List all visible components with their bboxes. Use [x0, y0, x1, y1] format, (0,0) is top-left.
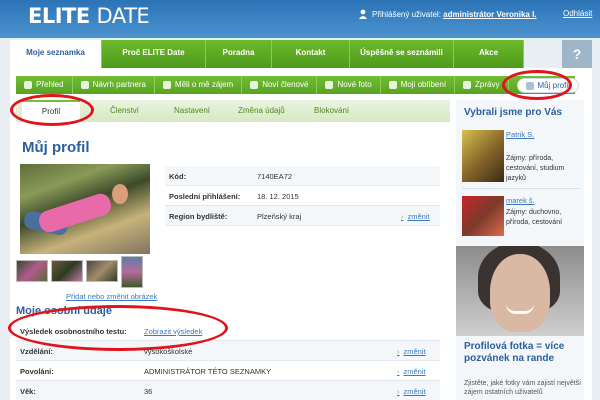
subnav-moji-oblibeni[interactable]: Moji oblíbení [381, 76, 456, 94]
partner-icon [80, 81, 89, 89]
tab-poradna[interactable]: Poradna [206, 40, 272, 68]
subnav-prehled[interactable]: Přehled [16, 76, 73, 94]
suggested-member-card[interactable]: Patrik S. Zájmy: příroda, cestování, stu… [462, 130, 580, 186]
detail-row-occupation: Povolání: ADMINISTRÁTOR TÉTO SEZNAMKY › z… [16, 361, 440, 381]
photo-thumbnails [16, 256, 143, 288]
site-logo[interactable]: ELITE DATE [28, 4, 150, 28]
heart-icon [162, 81, 171, 89]
tab-zmena-udaju[interactable]: Změna údajů [238, 100, 285, 122]
photo-thumbnail[interactable] [121, 256, 143, 288]
info-row-code: Kód: 7140EA72 [165, 166, 440, 186]
logged-user: Přihlášený uživatel: administrátor Veron… [358, 9, 537, 19]
tab-blokovani[interactable]: Blokování [314, 100, 349, 122]
member-photo[interactable] [462, 130, 504, 182]
help-button[interactable]: ? [562, 40, 592, 68]
detail-row-age: Věk: 36 › změnit [16, 381, 440, 400]
info-row-region: Region bydliště: Plzeňský kraj › změnit [165, 206, 440, 226]
photo-icon [325, 81, 334, 89]
user-name-link[interactable]: administrátor Veronika I. [443, 10, 536, 19]
subnav-nove-foto[interactable]: Nové foto [317, 76, 381, 94]
tab-akce[interactable]: Akce [454, 40, 524, 68]
photo-thumbnail[interactable] [16, 260, 48, 282]
promo-text: Zjistěte, jaké fotky vám zajistí největš… [464, 380, 582, 396]
sub-nav: Přehled Návrh partnera Měli o mě zájem N… [16, 76, 579, 94]
tab-clenstvi[interactable]: Členství [110, 100, 139, 122]
info-row-last-login: Poslední přihlášení: 18. 12. 2015 [165, 186, 440, 206]
photo-thumbnail[interactable] [86, 260, 118, 282]
sidebar-title: Vybrali jsme pro Vás [464, 107, 563, 118]
profile-info-table: Kód: 7140EA72 Poslední přihlášení: 18. 1… [165, 166, 440, 226]
subnav-meli-o-me-zajem[interactable]: Měli o mě zájem [155, 76, 243, 94]
tab-nastaveni[interactable]: Nastavení [174, 100, 210, 122]
page-title: Můj profil [22, 139, 90, 156]
suggested-member-card[interactable]: marek š. Zájmy: duchovno, příroda, cesto… [462, 196, 580, 240]
member-name-link[interactable]: marek š. [506, 196, 535, 205]
tab-uspesne-se-seznamili[interactable]: Úspěšně se seznámili [350, 40, 454, 68]
edit-region-link[interactable]: › změnit [401, 212, 430, 221]
tab-moje-seznamka[interactable]: Moje seznamka [10, 40, 102, 68]
overview-icon [24, 81, 32, 89]
edit-occupation-link[interactable]: › změnit [397, 367, 426, 376]
subnav-navrh-partnera[interactable]: Návrh partnera [73, 76, 155, 94]
member-interests: Zájmy: příroda, cestování, studium jazyk… [506, 155, 565, 182]
edit-education-link[interactable]: › změnit [397, 347, 426, 356]
favorite-icon [388, 81, 397, 89]
message-icon [463, 81, 472, 89]
tab-proc-elite-date[interactable]: Proč ELITE Date [102, 40, 206, 68]
member-photo[interactable] [462, 196, 504, 236]
members-icon [250, 81, 259, 89]
highlight-ring-profile-tab [10, 94, 94, 126]
highlight-ring-personality-test [8, 305, 228, 351]
edit-age-link[interactable]: › změnit [397, 387, 426, 396]
sidebar-divider [462, 188, 580, 189]
tab-kontakt[interactable]: Kontakt [272, 40, 350, 68]
subnav-novi-clenove[interactable]: Noví členové [242, 76, 318, 94]
promo-title[interactable]: Profilová fotka = více pozvánek na rande [464, 341, 584, 365]
add-photo-link[interactable]: Přidat nebo změnit obrázek [66, 292, 157, 301]
main-nav: Moje seznamka Proč ELITE Date Poradna Ko… [10, 40, 524, 68]
photo-thumbnail[interactable] [51, 260, 83, 282]
subnav-zpravy[interactable]: Zprávy [455, 76, 509, 94]
profile-photo[interactable] [20, 164, 150, 254]
user-icon [359, 9, 367, 19]
highlight-ring-my-profile [502, 70, 572, 100]
member-name-link[interactable]: Patrik S. [506, 130, 534, 139]
promo-image[interactable] [456, 246, 584, 336]
logout-link[interactable]: Odhlásit [563, 9, 592, 18]
member-interests: Zájmy: duchovno, příroda, cestování [506, 209, 563, 226]
